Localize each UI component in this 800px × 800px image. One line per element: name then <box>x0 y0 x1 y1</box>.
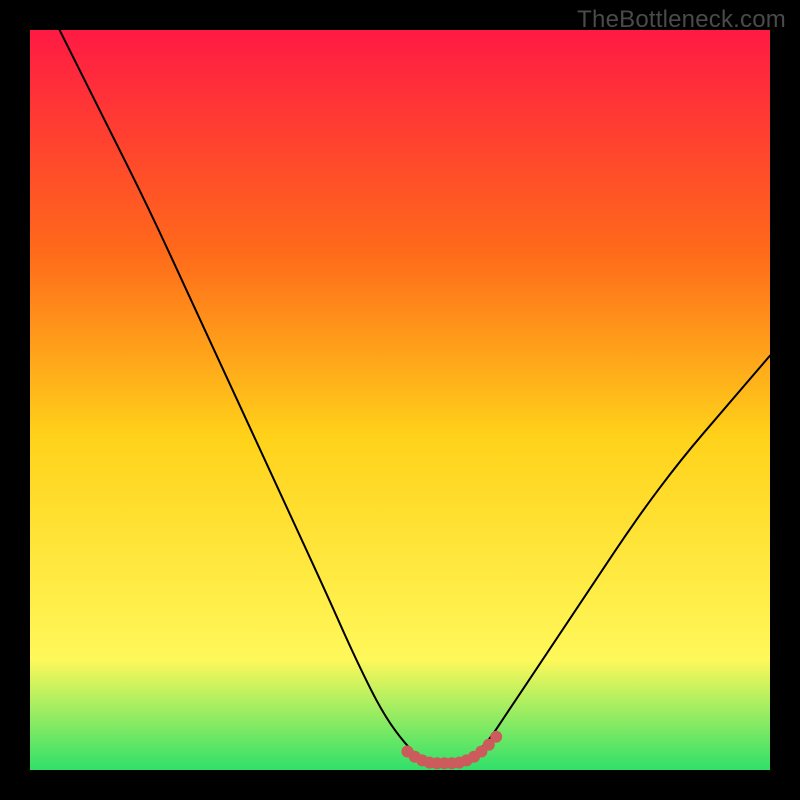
gradient-background <box>30 30 770 770</box>
plot-area <box>30 30 770 770</box>
valley-dot <box>490 731 502 743</box>
chart-svg <box>30 30 770 770</box>
watermark-text: TheBottleneck.com <box>577 6 786 34</box>
chart-frame: TheBottleneck.com <box>0 0 800 800</box>
